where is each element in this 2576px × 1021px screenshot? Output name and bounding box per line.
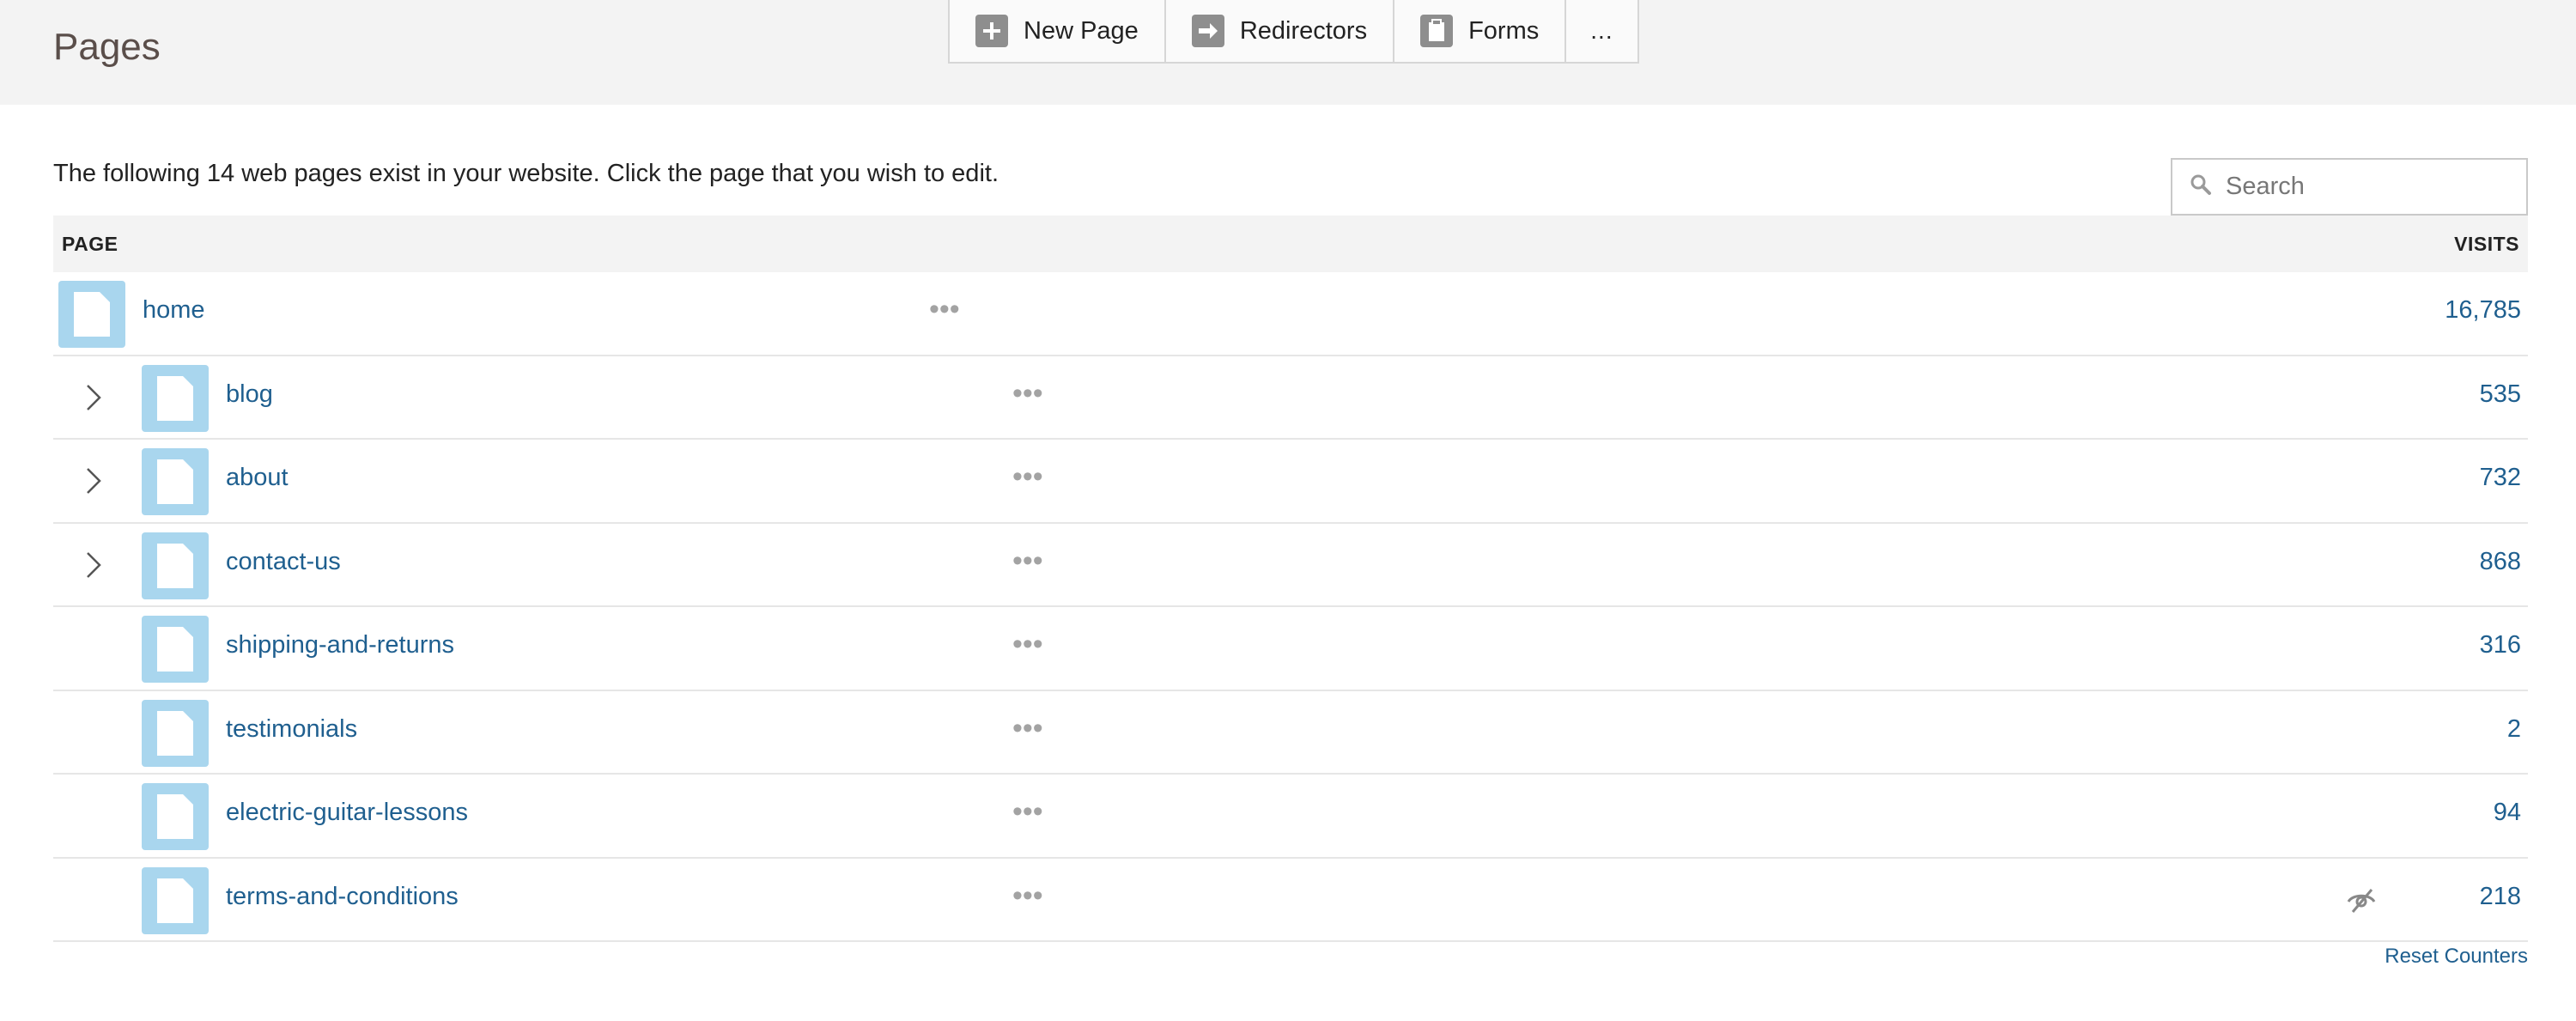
pages-table: PAGE VISITS home ••• 16,785 blog ••• 535 about…: [53, 216, 2528, 942]
table-row[interactable]: electric-guitar-lessons ••• 94: [53, 775, 2528, 859]
row-menu-button[interactable]: •••: [1012, 629, 1043, 659]
page-name-link[interactable]: shipping-and-returns: [226, 631, 454, 659]
row-menu-button[interactable]: •••: [1012, 462, 1043, 491]
visits-count: 316: [2479, 631, 2521, 659]
page-icon: [142, 699, 209, 767]
plus-icon: [975, 15, 1008, 47]
visits-count: 732: [2479, 464, 2521, 491]
column-header-page: PAGE: [62, 232, 118, 255]
table-row[interactable]: about ••• 732: [53, 440, 2528, 524]
page-icon: [142, 616, 209, 683]
page-icon: [142, 532, 209, 599]
page-name-link[interactable]: testimonials: [226, 715, 357, 744]
page-icon: [142, 866, 209, 934]
row-menu-button[interactable]: •••: [1012, 546, 1043, 575]
reset-counters-link[interactable]: Reset Counters: [2385, 945, 2528, 969]
visits-count: 94: [2493, 799, 2521, 826]
page-name-link[interactable]: blog: [226, 380, 273, 409]
table-row[interactable]: terms-and-conditions ••• 218: [53, 859, 2528, 942]
search-box: [2171, 158, 2528, 216]
row-menu-button[interactable]: •••: [1012, 714, 1043, 743]
page-icon: [142, 448, 209, 515]
page-name-link[interactable]: home: [143, 296, 205, 325]
visits-count: 2: [2506, 714, 2521, 743]
more-button[interactable]: ...: [1566, 0, 1637, 62]
search-icon: [2190, 173, 2212, 200]
table-row[interactable]: blog ••• 535: [53, 356, 2528, 440]
forms-label: Forms: [1468, 16, 1540, 45]
new-page-label: New Page: [1024, 16, 1139, 45]
eye-off-icon: [2346, 884, 2377, 915]
table-row[interactable]: contact-us ••• 868: [53, 524, 2528, 607]
row-menu-button[interactable]: •••: [1012, 797, 1043, 826]
page-title: Pages: [53, 26, 161, 68]
forms-button[interactable]: Forms: [1394, 0, 1567, 62]
visits-count: 868: [2479, 547, 2521, 575]
visits-count: 16,785: [2445, 296, 2521, 324]
page-name-link[interactable]: about: [226, 464, 289, 492]
page-icon: [58, 281, 125, 348]
page-name-link[interactable]: terms-and-conditions: [226, 883, 459, 911]
table-row[interactable]: shipping-and-returns ••• 316: [53, 607, 2528, 691]
page-name-link[interactable]: electric-guitar-lessons: [226, 799, 468, 827]
page-icon: [142, 783, 209, 850]
intro-text: The following 14 web pages exist in your…: [53, 160, 999, 187]
page-name-link[interactable]: contact-us: [226, 548, 341, 576]
page-icon: [142, 364, 209, 432]
chevron-right-icon[interactable]: [76, 464, 110, 498]
visits-count: 218: [2479, 882, 2521, 910]
column-header-visits: VISITS: [2454, 232, 2519, 255]
row-menu-button[interactable]: •••: [1012, 881, 1043, 910]
table-row[interactable]: home ••• 16,785: [53, 272, 2528, 356]
search-input[interactable]: [2226, 173, 2509, 201]
chevron-right-icon[interactable]: [76, 380, 110, 415]
toolbar: New Page Redirectors Forms ...: [948, 0, 1639, 64]
new-page-button[interactable]: New Page: [950, 0, 1166, 62]
visits-count: 535: [2479, 380, 2521, 408]
redirectors-button[interactable]: Redirectors: [1165, 0, 1395, 62]
redirectors-label: Redirectors: [1239, 16, 1368, 45]
clipboard-icon: [1420, 15, 1454, 47]
table-body: home ••• 16,785 blog ••• 535 about ••• 732 contac…: [53, 272, 2528, 942]
page-header: Pages New Page Redirectors Forms ...: [0, 0, 2576, 105]
table-row[interactable]: testimonials ••• 2: [53, 691, 2528, 775]
row-menu-button[interactable]: •••: [1012, 379, 1043, 408]
arrow-right-icon: [1191, 15, 1224, 47]
chevron-right-icon[interactable]: [76, 548, 110, 582]
table-header: PAGE VISITS: [53, 216, 2528, 272]
row-menu-button[interactable]: •••: [929, 295, 960, 324]
